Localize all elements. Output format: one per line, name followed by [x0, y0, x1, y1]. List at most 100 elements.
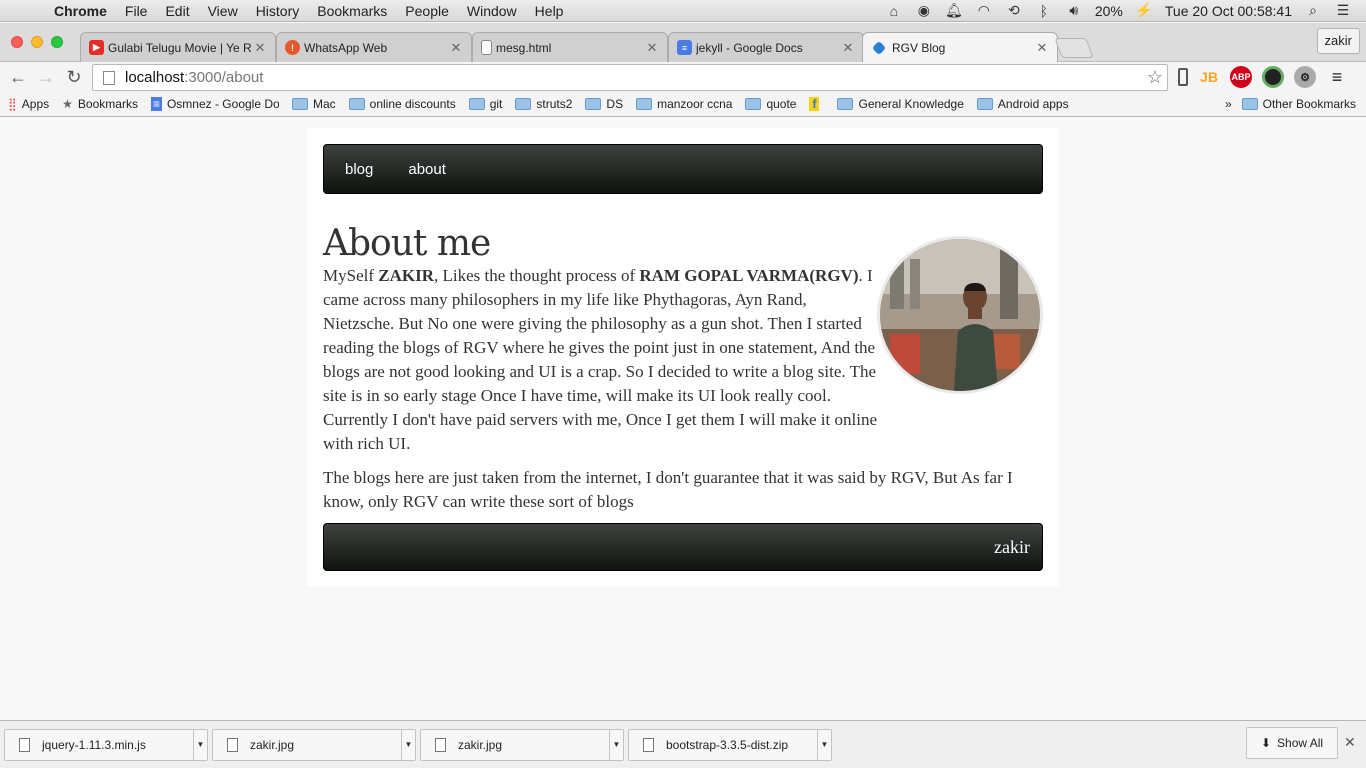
folder-icon [837, 98, 854, 110]
show-all-label: Show All [1277, 736, 1324, 750]
notification-bell-icon[interactable]: 🔔︎ [945, 2, 963, 19]
chevron-down-icon[interactable]: ▼ [817, 729, 831, 760]
volume-icon[interactable]: 🔊︎ [1065, 2, 1083, 19]
tab-rgv-blog[interactable]: RGV Blog ✕ [862, 32, 1058, 63]
bookmark-manzoor-ccna[interactable]: manzoor ccna [636, 97, 732, 111]
browser-toolbar: ← → ↻ localhost :3000/about ☆ JB ABP ⚙ ≡ [0, 62, 1366, 92]
address-bar[interactable]: localhost :3000/about ☆ [92, 64, 1168, 91]
folder-icon [291, 98, 308, 110]
bookmark-label: struts2 [536, 97, 573, 111]
airplay-icon[interactable]: ⌂ [885, 3, 903, 19]
bluetooth-icon[interactable]: ᛒ [1035, 3, 1053, 19]
para1-rest: . I came across many philosophers in my … [323, 266, 877, 453]
bookmark-struts2[interactable]: struts2 [515, 97, 572, 111]
bookmark-flipkart[interactable]: f [809, 97, 824, 111]
tab-jekyll[interactable]: ≡ jekyll - Google Docs ✕ [668, 32, 864, 62]
tab-mesg[interactable]: mesg.html ✕ [472, 32, 668, 62]
download-item[interactable]: jquery-1.11.3.min.js ▼ [4, 728, 208, 761]
download-item[interactable]: bootstrap-3.3.5-dist.zip ▼ [628, 728, 832, 761]
chevron-down-icon[interactable]: ▼ [401, 729, 415, 760]
bookmark-quote[interactable]: quote [745, 97, 796, 111]
bookmark-ds[interactable]: DS [585, 97, 623, 111]
close-icon[interactable]: ✕ [1344, 734, 1356, 751]
menu-file[interactable]: File [116, 3, 157, 19]
bookmark-android-apps[interactable]: Android apps [976, 97, 1069, 111]
bookmark-git[interactable]: git [468, 97, 502, 111]
menu-help[interactable]: Help [526, 3, 573, 19]
menubar-clock[interactable]: Tue 20 Oct 00:58:41 [1165, 3, 1292, 19]
circle-app-icon[interactable]: ◉ [915, 2, 933, 19]
menu-bookmarks[interactable]: Bookmarks [308, 3, 396, 19]
bookmark-label: Bookmarks [77, 97, 138, 111]
zoom-window-button[interactable] [51, 36, 63, 48]
adblock-plus-icon[interactable]: ABP [1230, 66, 1252, 88]
tab-whatsapp[interactable]: ! WhatsApp Web ✕ [276, 32, 472, 62]
chevron-down-icon[interactable]: ▼ [609, 729, 623, 760]
close-icon[interactable]: ✕ [253, 40, 267, 56]
para1-prefix: MySelf [323, 266, 379, 285]
image-file-icon [435, 737, 446, 752]
bookmark-label: manzoor ccna [657, 97, 733, 111]
chrome-menu-icon[interactable]: ≡ [1326, 66, 1348, 88]
download-arrow-icon: ⬇ [1260, 736, 1272, 750]
bookmark-osmnez[interactable]: ≡ Osmnez - Google Do [150, 97, 279, 111]
bookmark-general-knowledge[interactable]: General Knowledge [837, 97, 964, 111]
menu-view[interactable]: View [199, 3, 247, 19]
show-all-button[interactable]: ⬇ Show All [1246, 727, 1338, 759]
bookmark-online-discounts[interactable]: online discounts [348, 97, 456, 111]
menu-app-chrome[interactable]: Chrome [54, 3, 116, 19]
bookmarks-overflow-button[interactable]: » [1225, 97, 1232, 111]
menu-people[interactable]: People [396, 3, 458, 19]
close-icon[interactable]: ✕ [841, 40, 855, 56]
notification-center-icon[interactable]: ☰ [1334, 2, 1352, 19]
author-name: ZAKIR [378, 266, 434, 285]
close-icon[interactable]: ✕ [645, 40, 659, 56]
chevron-down-icon[interactable]: ▼ [193, 729, 207, 760]
about-content: MySelf ZAKIR, Likes the thought process … [323, 264, 1043, 524]
menu-edit[interactable]: Edit [156, 3, 198, 19]
url-host: localhost [125, 69, 185, 86]
new-tab-button[interactable] [1054, 38, 1094, 58]
google-docs-icon: ≡ [150, 97, 162, 111]
close-window-button[interactable] [11, 36, 23, 48]
page-icon [103, 70, 115, 85]
bookmark-mac[interactable]: Mac [291, 97, 336, 111]
tab-gulabi[interactable]: ▶ Gulabi Telugu Movie | Ye R ✕ [80, 32, 276, 62]
bookmarks-bar: ⣿ Apps ★ Bookmarks ≡ Osmnez - Google Do Mac… [0, 92, 1366, 117]
url-path: :3000/about [184, 69, 264, 86]
bookmark-apps[interactable]: ⣿ Apps [8, 97, 49, 111]
footer-author: zakir [994, 536, 1030, 557]
nav-link-about[interactable]: about [408, 161, 446, 178]
menu-window[interactable]: Window [458, 3, 526, 19]
battery-charging-icon[interactable]: ⚡ [1135, 2, 1153, 19]
gear-ext-icon[interactable]: ⚙ [1294, 66, 1316, 88]
mobile-device-icon[interactable] [1178, 68, 1188, 86]
menu-history[interactable]: History [247, 3, 309, 19]
bookmark-other[interactable]: Other Bookmarks [1241, 97, 1356, 111]
jetbrains-icon[interactable]: JB [1198, 66, 1220, 88]
site-container: blog about About me MySelf ZAKIR, Likes … [307, 128, 1059, 586]
color-picker-icon[interactable] [1262, 66, 1284, 88]
wifi-icon[interactable]: ◠ [975, 2, 993, 19]
close-icon[interactable]: ✕ [1035, 40, 1049, 56]
nav-link-blog[interactable]: blog [345, 161, 373, 178]
minimize-window-button[interactable] [31, 36, 43, 48]
download-filename: zakir.jpg [250, 737, 295, 752]
back-arrow-icon[interactable]: ← [4, 67, 32, 88]
folder-icon [515, 98, 532, 110]
profile-button[interactable]: zakir [1316, 28, 1360, 54]
forward-arrow-icon[interactable]: → [32, 67, 60, 88]
bookmark-label: General Knowledge [858, 97, 964, 111]
bookmark-bookmarks[interactable]: ★ Bookmarks [62, 97, 138, 111]
spotlight-search-icon[interactable]: ⌕ [1304, 2, 1322, 19]
bookmark-label: Apps [21, 97, 50, 111]
download-shelf: jquery-1.11.3.min.js ▼ zakir.jpg ▼ zakir… [0, 720, 1366, 768]
download-item[interactable]: zakir.jpg ▼ [420, 728, 624, 761]
bookmark-label: Mac [312, 97, 336, 111]
close-icon[interactable]: ✕ [449, 40, 463, 56]
para1-mid: , Likes the thought process of [433, 266, 640, 285]
download-item[interactable]: zakir.jpg ▼ [212, 728, 416, 761]
bookmark-star-icon[interactable]: ☆ [1147, 67, 1163, 88]
time-machine-icon[interactable]: ⟲ [1005, 2, 1023, 19]
reload-icon[interactable]: ↻ [60, 67, 88, 88]
